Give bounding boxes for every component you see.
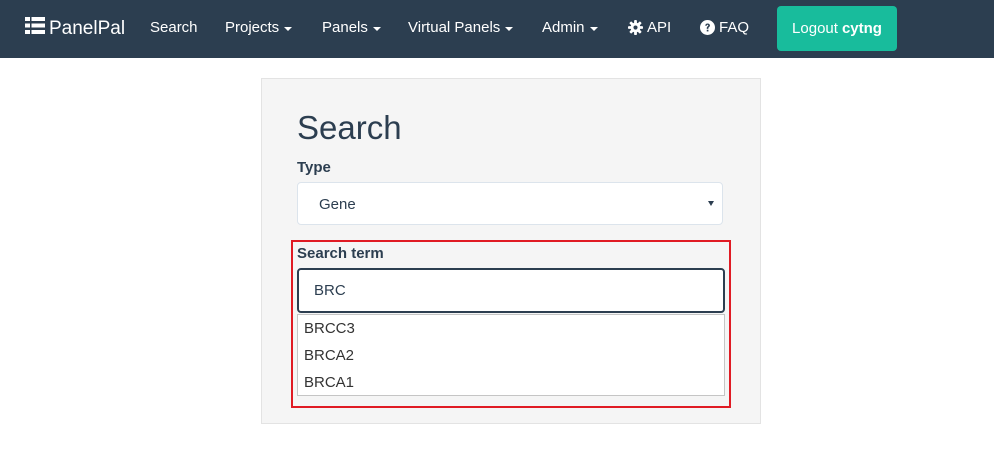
caret-down-icon <box>589 26 598 31</box>
nav-projects-label: Projects <box>225 19 280 36</box>
question-circle-icon <box>700 20 715 35</box>
search-term-input[interactable] <box>297 268 725 313</box>
nav-virtual-panels-label: Virtual Panels <box>408 19 501 36</box>
autocomplete-item[interactable]: BRCA1 <box>298 372 724 399</box>
nav-api[interactable]: API <box>628 19 671 36</box>
top-navbar: PanelPal Search Projects Panels Virtual … <box>0 0 994 58</box>
nav-projects-dropdown[interactable]: Projects <box>225 19 293 36</box>
nav-panels-dropdown[interactable]: Panels <box>322 19 381 36</box>
logout-button[interactable]: Logout cytng <box>777 6 897 51</box>
dropdown-arrow-icon <box>708 201 714 206</box>
nav-api-label: API <box>647 19 672 36</box>
autocomplete-item[interactable]: BRCA2 <box>298 345 724 372</box>
search-term-label: Search term <box>297 245 384 262</box>
logout-label: Logout <box>792 20 838 37</box>
autocomplete-list: BRCC3 BRCA2 BRCA1 <box>297 314 725 396</box>
caret-down-icon <box>284 26 293 31</box>
nav-search-label: Search <box>150 19 198 36</box>
type-select-value: Gene <box>319 196 356 213</box>
caret-down-icon <box>505 26 514 31</box>
brand-link[interactable]: PanelPal <box>25 17 125 40</box>
gear-icon <box>628 20 643 35</box>
nav-virtual-panels-dropdown[interactable]: Virtual Panels <box>408 19 514 36</box>
autocomplete-item[interactable]: BRCC3 <box>298 318 724 345</box>
brand-name: PanelPal <box>49 17 126 39</box>
type-label: Type <box>297 159 331 176</box>
nav-search[interactable]: Search <box>150 19 198 36</box>
nav-faq[interactable]: FAQ <box>700 19 749 36</box>
caret-down-icon <box>372 26 381 31</box>
search-panel: Search Type Gene Search term BRCC3 BRCA2… <box>261 78 761 424</box>
nav-admin-dropdown[interactable]: Admin <box>542 19 598 36</box>
nav-admin-label: Admin <box>542 19 585 36</box>
list-icon <box>25 17 49 40</box>
nav-panels-label: Panels <box>322 19 368 36</box>
nav-faq-label: FAQ <box>719 19 750 36</box>
logout-username: cytng <box>841 20 882 37</box>
page-title: Search <box>297 109 402 146</box>
type-select[interactable]: Gene <box>297 182 723 225</box>
